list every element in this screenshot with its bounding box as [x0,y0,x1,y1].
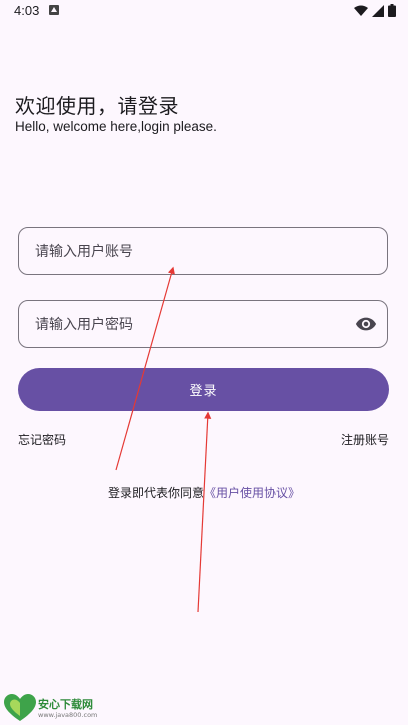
user-agreement-link[interactable]: 《用户使用协议》 [204,486,300,500]
password-input[interactable] [33,301,337,349]
welcome-title: 欢迎使用，请登录 [15,94,179,118]
welcome-subtitle: Hello, welcome here,login please. [15,119,217,134]
watermark: 安心下载网 www.java800.com [4,694,97,722]
signal-icon [372,4,384,17]
login-button[interactable]: 登录 [18,368,389,411]
annotation-arrow-login [197,411,212,613]
watermark-name: 安心下载网 [38,697,93,711]
forgot-password-link[interactable]: 忘记密码 [18,431,66,448]
username-input[interactable] [33,228,337,276]
status-icons [354,4,396,17]
notification-icon [49,5,59,15]
wifi-icon [354,5,368,16]
status-time: 4:03 [14,3,40,18]
status-bar: 4:03 [0,0,408,24]
register-link[interactable]: 注册账号 [341,431,389,448]
agreement-prefix: 登录即代表你同意 [107,486,204,500]
battery-icon [388,4,396,17]
agreement-text: 登录即代表你同意《用户使用协议》 [0,484,408,501]
watermark-url: www.java800.com [38,710,98,719]
eye-icon[interactable] [355,313,377,335]
watermark-heart-icon [4,694,36,721]
username-field [18,227,388,276]
password-field [18,300,388,349]
